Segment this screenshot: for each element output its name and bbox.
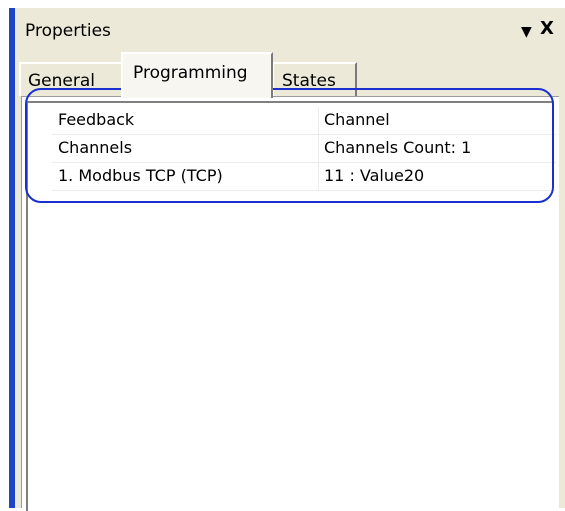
- property-row-modbus-tcp[interactable]: 1. Modbus TCP (TCP) 11 : Value20: [52, 163, 556, 191]
- properties-panel: Properties ▼ X General Programming State…: [15, 8, 565, 511]
- tab-label: States: [282, 71, 336, 91]
- property-value[interactable]: Channels Count: 1: [324, 138, 471, 158]
- tab-content-area: Feedback Channel Channels Channels Count…: [21, 96, 559, 511]
- tab-label: Programming: [133, 63, 248, 83]
- property-value[interactable]: 11 : Value20: [324, 166, 424, 186]
- property-name: 1. Modbus TCP (TCP): [58, 166, 223, 185]
- tab-general[interactable]: General: [19, 62, 121, 96]
- property-row-channels[interactable]: Channels Channels Count: 1: [52, 135, 556, 163]
- tab-programming[interactable]: Programming: [121, 52, 273, 98]
- close-icon[interactable]: X: [540, 18, 554, 40]
- tab-label: General: [28, 71, 95, 91]
- property-name: Channels: [58, 138, 133, 157]
- property-grid: Feedback Channel Channels Channels Count…: [52, 107, 556, 191]
- dropdown-arrow-icon[interactable]: ▼: [521, 21, 532, 43]
- property-grid-container: Feedback Channel Channels Channels Count…: [26, 101, 556, 511]
- property-name: Feedback: [58, 110, 135, 129]
- properties-window: Properties ▼ X General Programming State…: [0, 0, 565, 511]
- tab-strip: General Programming States: [15, 50, 565, 98]
- tab-states[interactable]: States: [273, 62, 357, 96]
- property-row-feedback[interactable]: Feedback Channel: [52, 107, 556, 135]
- panel-title: Properties: [25, 21, 111, 41]
- property-value[interactable]: Channel: [324, 110, 390, 130]
- panel-titlebar: Properties ▼ X: [15, 8, 565, 50]
